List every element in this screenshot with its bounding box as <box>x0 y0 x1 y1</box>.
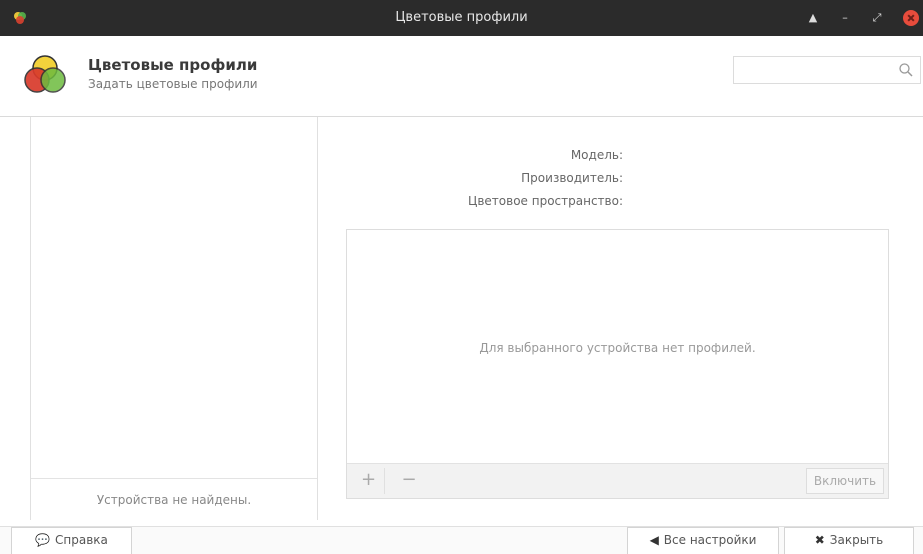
page-subtitle: Задать цветовые профили <box>88 77 258 91</box>
manufacturer-label: Производитель: <box>521 171 623 185</box>
search-input[interactable] <box>733 56 921 84</box>
close-button[interactable]: ✖ Закрыть <box>784 527 914 554</box>
all-settings-button[interactable]: ◀ Все настройки <box>627 527 779 554</box>
footer: 💬 Справка ◀ Все настройки ✖ Закрыть <box>0 526 923 554</box>
no-profiles-text: Для выбранного устройства нет профилей. <box>479 341 756 355</box>
color-profiles-icon <box>24 55 66 93</box>
page-title: Цветовые профили <box>88 56 258 74</box>
remove-profile-button[interactable]: − <box>393 468 425 494</box>
device-list[interactable]: Устройства не найдены. <box>30 117 318 520</box>
add-profile-button[interactable]: + <box>353 468 385 494</box>
window-title: Цветовые профили <box>395 10 528 25</box>
all-settings-label: Все настройки <box>663 533 757 547</box>
profile-list[interactable]: Для выбранного устройства нет профилей. … <box>346 229 889 499</box>
no-devices-text: Устройства не найдены. <box>31 478 317 521</box>
profile-toolbar: + − Включить <box>347 463 888 498</box>
back-arrow-icon: ◀ <box>649 533 659 547</box>
minimize-icon[interactable]: – <box>837 10 853 26</box>
title-bar: Цветовые профили ▲ – ⤢ <box>0 0 923 36</box>
help-label: Справка <box>55 533 108 547</box>
help-icon: 💬 <box>35 533 51 547</box>
close-icon: ✖ <box>814 533 825 547</box>
model-label: Модель: <box>570 148 623 162</box>
shade-icon[interactable]: ▲ <box>805 10 821 26</box>
colorspace-label: Цветовое пространство: <box>468 194 623 208</box>
enable-button[interactable]: Включить <box>806 468 884 494</box>
close-window-icon[interactable] <box>903 10 919 26</box>
close-label: Закрыть <box>829 533 884 547</box>
search-icon <box>899 63 913 77</box>
help-button[interactable]: 💬 Справка <box>11 527 132 554</box>
maximize-icon[interactable]: ⤢ <box>869 10 885 26</box>
